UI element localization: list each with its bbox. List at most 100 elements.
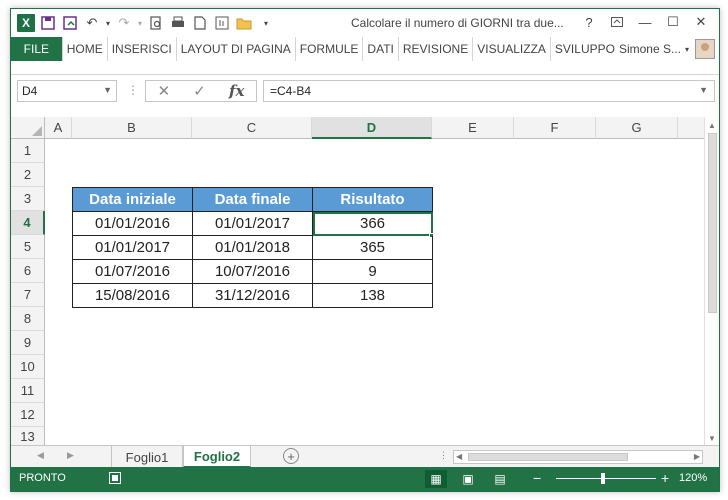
add-sheet-icon[interactable]: + [283, 448, 299, 464]
formula-input[interactable]: =C4-B4 ▼ [263, 80, 715, 102]
horizontal-scrollbar[interactable]: ◀ ▶ [453, 450, 703, 464]
split-handle-icon[interactable]: ⋮ [439, 450, 448, 461]
page-break-view-icon[interactable]: ▤ [489, 470, 511, 488]
cell-b7[interactable]: 15/08/2016 [72, 284, 193, 308]
touch-mode-icon[interactable] [211, 12, 233, 34]
open-folder-icon[interactable] [233, 12, 255, 34]
sheet-tab-foglio2[interactable]: Foglio2 [183, 446, 251, 468]
row-header-1[interactable]: 1 [11, 139, 45, 163]
column-header-h-partial[interactable] [678, 117, 704, 139]
vertical-scrollbar[interactable]: ▲ ▼ [704, 117, 719, 447]
horizontal-scroll-thumb[interactable] [468, 453, 628, 461]
enter-icon[interactable]: ✓ [193, 82, 206, 100]
zoom-level[interactable]: 120% [679, 472, 707, 484]
vertical-scroll-thumb[interactable] [708, 133, 717, 313]
table-header-data-finale[interactable]: Data finale [193, 187, 313, 212]
save-as-icon[interactable] [59, 12, 81, 34]
row-header-8[interactable]: 8 [11, 307, 45, 331]
minimize-icon[interactable]: — [631, 12, 659, 32]
cell-d6[interactable]: 9 [313, 260, 433, 284]
scroll-up-icon[interactable]: ▲ [708, 121, 716, 130]
close-icon[interactable]: ✕ [687, 12, 715, 32]
cell-d7[interactable]: 138 [313, 284, 433, 308]
tab-dati[interactable]: DATI [362, 37, 398, 61]
cell-c5[interactable]: 01/01/2018 [193, 236, 313, 260]
macro-recording-icon[interactable] [109, 472, 121, 484]
column-header-f[interactable]: F [514, 117, 596, 139]
column-header-b[interactable]: B [72, 117, 192, 139]
cell-d5[interactable]: 365 [313, 236, 433, 260]
save-icon[interactable] [37, 12, 59, 34]
expand-formula-icon[interactable]: ▼ [699, 85, 708, 95]
column-header-c[interactable]: C [192, 117, 312, 139]
undo-dropdown-icon[interactable]: ▾ [103, 12, 113, 34]
prev-sheet-icon[interactable]: ◀ [37, 450, 44, 461]
user-account[interactable]: Simone S... ▾ [619, 39, 719, 59]
cell-b6[interactable]: 01/07/2016 [72, 260, 193, 284]
status-text: PRONTO [19, 472, 66, 484]
scroll-down-icon[interactable]: ▼ [708, 434, 716, 443]
row-header-12[interactable]: 12 [11, 403, 45, 427]
help-button[interactable]: ? [575, 12, 603, 32]
new-document-icon[interactable] [189, 12, 211, 34]
file-tab[interactable]: FILE [11, 37, 62, 61]
insert-function-icon[interactable]: fx [229, 82, 244, 100]
row-header-10[interactable]: 10 [11, 355, 45, 379]
cell-d4-active[interactable]: 366 [313, 212, 433, 236]
column-header-e[interactable]: E [432, 117, 514, 139]
row-header-2[interactable]: 2 [11, 163, 45, 187]
tab-home[interactable]: HOME [61, 37, 107, 61]
sheet-tab-foglio1[interactable]: Foglio1 [111, 446, 183, 468]
maximize-icon[interactable]: ☐ [659, 12, 687, 32]
ribbon-display-options-icon[interactable] [603, 12, 631, 32]
row-header-7[interactable]: 7 [11, 283, 45, 307]
user-name: Simone S... [618, 42, 681, 56]
tab-layout-di-pagina[interactable]: LAYOUT DI PAGINA [175, 37, 295, 61]
zoom-slider-track[interactable] [556, 478, 656, 479]
tab-inserisci[interactable]: INSERISCI [106, 37, 176, 61]
next-sheet-icon[interactable]: ▶ [67, 450, 74, 461]
select-all-button[interactable] [11, 117, 45, 139]
column-header-d[interactable]: D [312, 117, 432, 139]
scroll-left-icon[interactable]: ◀ [456, 452, 462, 461]
cell-b4[interactable]: 01/01/2016 [72, 212, 193, 236]
column-header-a[interactable]: A [45, 117, 72, 139]
row-header-6[interactable]: 6 [11, 259, 45, 283]
print-preview-icon[interactable] [145, 12, 167, 34]
cell-c7[interactable]: 31/12/2016 [193, 284, 313, 308]
name-box[interactable]: D4 ▼ [17, 80, 117, 102]
avatar[interactable] [695, 39, 715, 59]
cell-c6[interactable]: 10/07/2016 [193, 260, 313, 284]
name-box-value: D4 [22, 84, 38, 98]
cell-c4[interactable]: 01/01/2017 [193, 212, 313, 236]
print-icon[interactable] [167, 12, 189, 34]
tab-sviluppo[interactable]: SVILUPPO [549, 37, 619, 61]
table-header-data-iniziale[interactable]: Data iniziale [72, 187, 193, 212]
page-layout-view-icon[interactable]: ▣ [457, 470, 479, 488]
normal-view-icon[interactable]: ▦ [425, 470, 447, 488]
tab-visualizza[interactable]: VISUALIZZA [472, 37, 550, 61]
zoom-out-icon[interactable]: − [533, 470, 541, 486]
tab-formule[interactable]: FORMULE [294, 37, 363, 61]
row-header-5[interactable]: 5 [11, 235, 45, 259]
drag-handle-icon[interactable]: ⋮ [127, 83, 139, 97]
redo-icon[interactable]: ↷ [113, 12, 135, 34]
cell-b5[interactable]: 01/01/2017 [72, 236, 193, 260]
customize-qat-icon[interactable]: ▾ [255, 12, 277, 34]
table-header-risultato[interactable]: Risultato [313, 187, 433, 212]
row-header-3[interactable]: 3 [11, 187, 45, 211]
chevron-down-icon[interactable]: ▼ [103, 85, 112, 95]
row-header-9[interactable]: 9 [11, 331, 45, 355]
row-header-4[interactable]: 4 [11, 211, 45, 235]
user-dropdown-icon[interactable]: ▾ [685, 45, 689, 54]
zoom-slider-knob[interactable] [601, 473, 605, 484]
scroll-right-icon[interactable]: ▶ [694, 452, 700, 461]
row-header-13[interactable]: 13 [11, 427, 45, 447]
tab-revisione[interactable]: REVISIONE [397, 37, 473, 61]
row-header-11[interactable]: 11 [11, 379, 45, 403]
undo-icon[interactable]: ↶ [81, 12, 103, 34]
redo-dropdown-icon[interactable]: ▾ [135, 12, 145, 34]
column-header-g[interactable]: G [596, 117, 678, 139]
cancel-icon[interactable]: ✕ [158, 82, 171, 100]
zoom-in-icon[interactable]: + [661, 470, 669, 486]
